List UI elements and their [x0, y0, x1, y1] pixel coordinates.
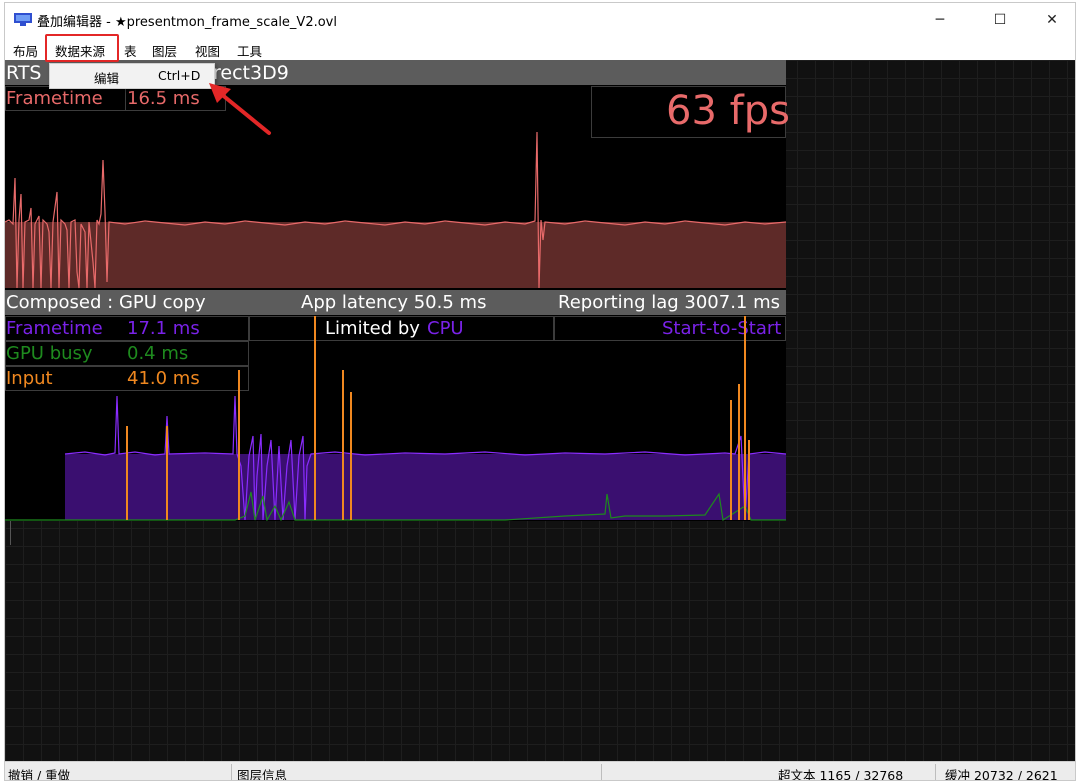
menu-view[interactable]: 视图	[195, 41, 220, 60]
reporting-lag-label: Reporting lag 3007.1 ms	[558, 292, 781, 313]
composed-label: Composed : GPU copy	[6, 292, 206, 313]
metrics-graph-fill	[65, 454, 786, 520]
app-latency-label: App latency 50.5 ms	[301, 292, 487, 313]
cursor-line	[10, 521, 11, 545]
editor-canvas[interactable]: RTS rect3D9 Frametime 16.5 ms 63 fps Com…	[5, 60, 1075, 761]
menu-tools[interactable]: 工具	[237, 41, 262, 60]
overlay-editor-window: 叠加编辑器 - ★presentmon_frame_scale_V2.ovl ─…	[4, 2, 1076, 781]
menu-layers[interactable]: 图层	[152, 41, 177, 60]
status-buffer: 缓冲 20732 / 2621	[945, 768, 1058, 781]
data-source-dropdown: 编辑 Ctrl+D	[49, 63, 215, 89]
menu-table[interactable]: 表	[124, 41, 137, 60]
maximize-button[interactable]: ☐	[977, 3, 1023, 37]
dropdown-edit-item[interactable]: 编辑	[94, 68, 119, 87]
menu-layout[interactable]: 布局	[13, 41, 38, 60]
status-undo-redo[interactable]: 撤销 / 重做	[8, 765, 70, 780]
close-button[interactable]: ✕	[1029, 3, 1075, 37]
frametime-value: 16.5 ms	[127, 88, 200, 109]
menu-bar: 布局 数据来源 表 图层 视图 工具	[5, 37, 1075, 60]
minimize-button[interactable]: ─	[917, 3, 963, 37]
frametime-graph	[5, 131, 786, 289]
title-bar: 叠加编辑器 - ★presentmon_frame_scale_V2.ovl ─…	[5, 3, 1075, 37]
frametime-graph-fill	[5, 222, 786, 288]
dropdown-edit-shortcut: Ctrl+D	[158, 68, 201, 83]
overlay-header-left: RTS	[6, 62, 42, 84]
annotation-arrow	[209, 83, 271, 135]
app-monitor-icon	[14, 13, 32, 26]
overlay-preview: RTS rect3D9 Frametime 16.5 ms 63 fps Com…	[5, 60, 790, 521]
status-rich-text: 超文本 1165 / 32768	[778, 768, 904, 781]
status-separator	[935, 764, 936, 780]
status-layer-info: 图层信息	[237, 768, 288, 781]
metrics-graph	[5, 316, 786, 521]
window-title: 叠加编辑器 - ★presentmon_frame_scale_V2.ovl	[37, 15, 337, 30]
menu-highlight-box	[45, 34, 119, 62]
frametime-label: Frametime	[6, 88, 103, 109]
status-bar: 撤销 / 重做 图层信息 超文本 1165 / 32768 缓冲 20732 /…	[5, 761, 1075, 781]
status-separator	[231, 764, 232, 780]
status-separator	[601, 764, 602, 780]
